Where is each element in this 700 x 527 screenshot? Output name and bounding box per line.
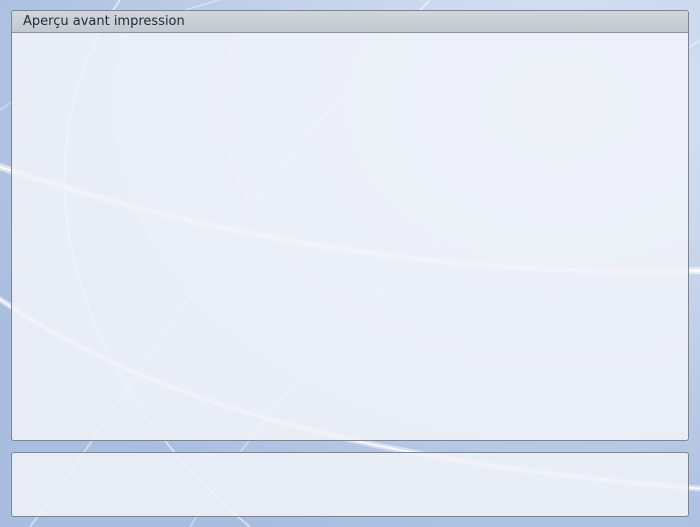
print-preview-area: [12, 33, 688, 440]
bottom-panel: [11, 452, 689, 517]
print-preview-panel: Aperçu avant impression: [11, 10, 689, 441]
print-preview-title: Aperçu avant impression: [12, 11, 688, 33]
